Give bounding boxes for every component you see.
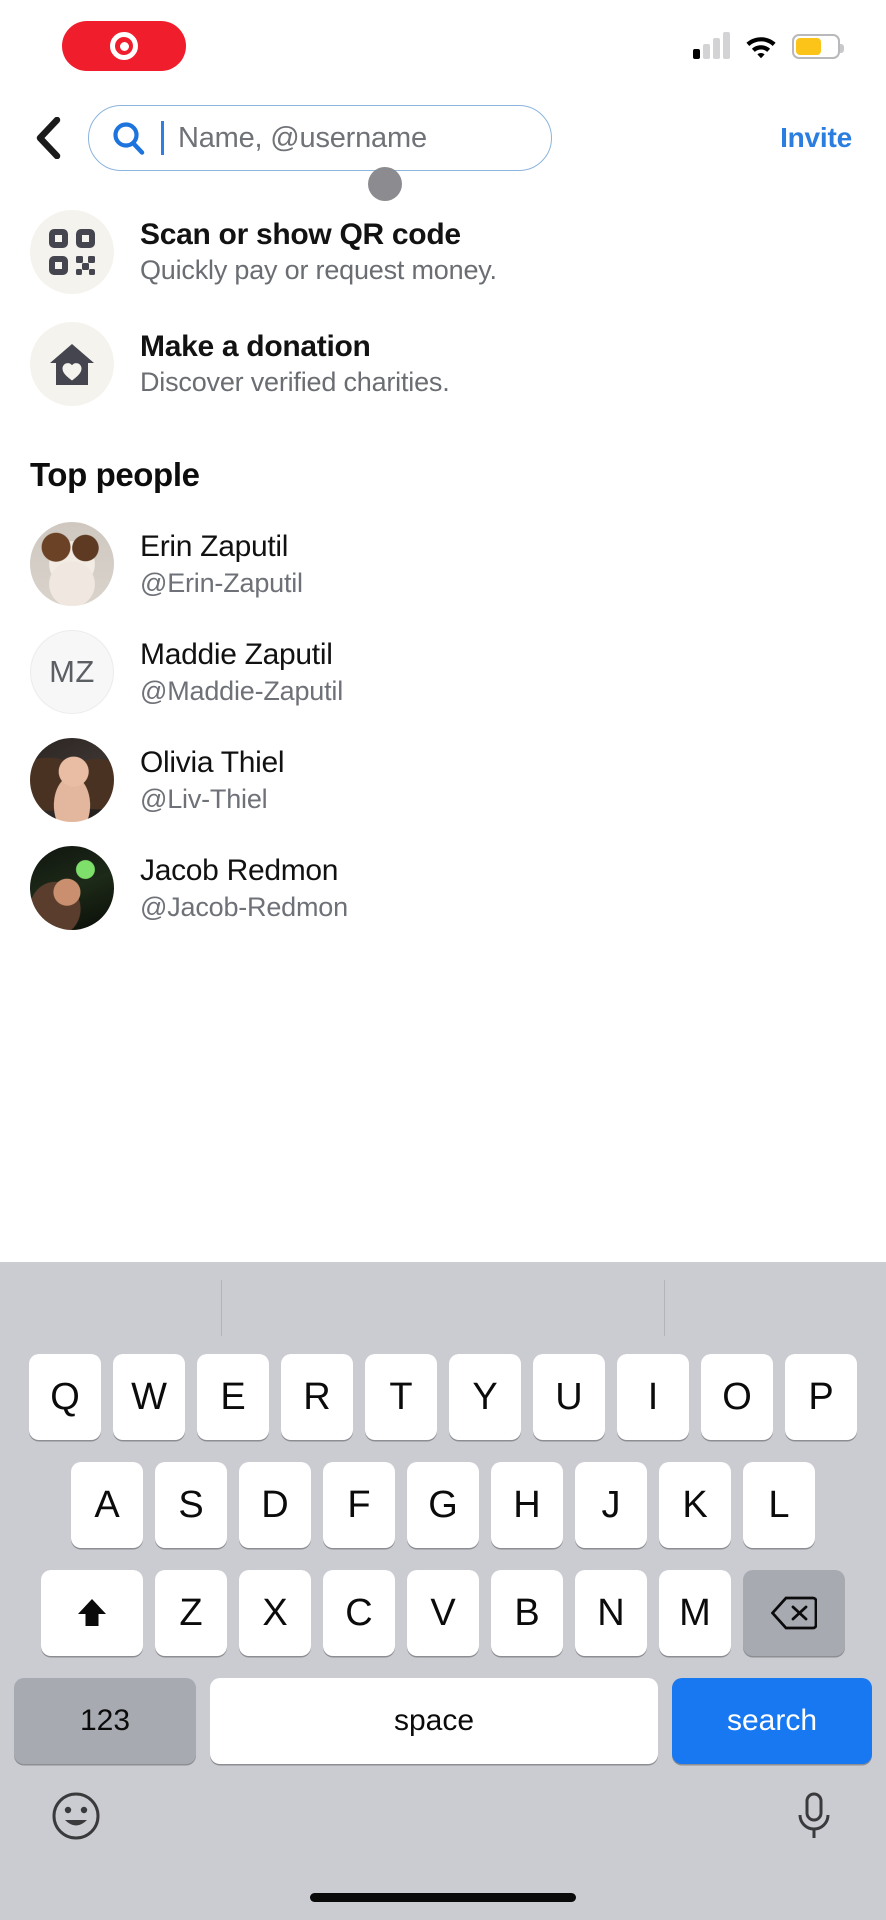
- key-m[interactable]: M: [659, 1570, 731, 1656]
- person-name: Jacob Redmon: [140, 853, 339, 887]
- key-h[interactable]: H: [491, 1462, 563, 1548]
- key-u[interactable]: U: [533, 1354, 605, 1440]
- action-title: Scan or show QR code: [140, 218, 461, 251]
- person-handle: @Erin-Zaputil: [140, 567, 303, 598]
- key-t[interactable]: T: [365, 1354, 437, 1440]
- keyboard-row-4: 123 space search: [7, 1678, 879, 1764]
- key-x[interactable]: X: [239, 1570, 311, 1656]
- key-s[interactable]: S: [155, 1462, 227, 1548]
- qr-code-icon: [30, 210, 114, 294]
- backspace-delete-icon: [771, 1596, 817, 1630]
- top-people-heading: Top people: [30, 456, 200, 493]
- predictive-divider: [220, 1280, 223, 1336]
- list-item[interactable]: MZ Maddie Zaputil @Maddie-Zaputil: [0, 618, 886, 726]
- action-title: Make a donation: [140, 330, 371, 363]
- shift-up-arrow-icon: [78, 1599, 106, 1626]
- person-name: Maddie Zaputil: [140, 637, 333, 671]
- shift-key[interactable]: [41, 1570, 143, 1656]
- keyboard-row-3: Z X C V B N M: [7, 1570, 879, 1656]
- text-cursor: [161, 121, 164, 155]
- top-people-list: Erin Zaputil @Erin-Zaputil MZ Maddie Zap…: [0, 510, 886, 942]
- search-key[interactable]: search: [672, 1678, 872, 1764]
- emoji-key[interactable]: [50, 1790, 102, 1847]
- key-r[interactable]: R: [281, 1354, 353, 1440]
- key-z[interactable]: Z: [155, 1570, 227, 1656]
- key-y[interactable]: Y: [449, 1354, 521, 1440]
- key-v[interactable]: V: [407, 1570, 479, 1656]
- search-placeholder: Name, @username: [178, 121, 427, 154]
- key-p[interactable]: P: [785, 1354, 857, 1440]
- avatar: [30, 738, 114, 822]
- person-handle: @Jacob-Redmon: [140, 891, 348, 922]
- phone-screen: Name, @username Invite Scan or show QR c…: [0, 0, 886, 1920]
- person-name: Erin Zaputil: [140, 529, 289, 563]
- keyboard-bottom-bar: [0, 1764, 886, 1872]
- dictation-key[interactable]: [792, 1790, 836, 1847]
- key-f[interactable]: F: [323, 1462, 395, 1548]
- search-input[interactable]: Name, @username: [88, 105, 552, 171]
- chevron-left-icon: [36, 117, 61, 159]
- list-item[interactable]: Olivia Thiel @Liv-Thiel: [0, 726, 886, 834]
- key-n[interactable]: N: [575, 1570, 647, 1656]
- avatar-initials: MZ: [49, 654, 95, 689]
- key-q[interactable]: Q: [29, 1354, 101, 1440]
- action-scan-qr-code[interactable]: Scan or show QR code Quickly pay or requ…: [0, 196, 886, 308]
- avatar: [30, 846, 114, 930]
- search-header: Name, @username Invite: [0, 92, 886, 201]
- key-b[interactable]: B: [491, 1570, 563, 1656]
- space-key[interactable]: space: [210, 1678, 658, 1764]
- invite-button[interactable]: Invite: [780, 122, 860, 154]
- avatar: [30, 522, 114, 606]
- on-screen-keyboard: Q W E R T Y U I O P A S D F G H J K L Z …: [0, 1262, 886, 1920]
- back-button[interactable]: [26, 112, 70, 164]
- predictive-text-bar: [0, 1262, 886, 1354]
- person-handle: @Maddie-Zaputil: [140, 675, 343, 706]
- drag-handle-indicator[interactable]: [368, 167, 402, 201]
- key-c[interactable]: C: [323, 1570, 395, 1656]
- backspace-key[interactable]: [743, 1570, 845, 1656]
- list-item[interactable]: Erin Zaputil @Erin-Zaputil: [0, 510, 886, 618]
- battery-icon: [792, 33, 844, 59]
- key-e[interactable]: E: [197, 1354, 269, 1440]
- emoji-smiley-icon: [52, 1792, 100, 1839]
- wifi-icon: [744, 33, 778, 59]
- action-subtitle: Discover verified charities.: [140, 367, 450, 397]
- house-heart-icon: [30, 322, 114, 406]
- key-g[interactable]: G: [407, 1462, 479, 1548]
- record-icon: [110, 32, 138, 60]
- numbers-key[interactable]: 123: [14, 1678, 196, 1764]
- microphone-icon: [798, 1792, 830, 1838]
- avatar: MZ: [30, 630, 114, 714]
- predictive-divider: [663, 1280, 666, 1336]
- keyboard-row-1: Q W E R T Y U I O P: [7, 1354, 879, 1440]
- search-icon: [111, 120, 147, 156]
- action-make-donation[interactable]: Make a donation Discover verified charit…: [0, 308, 886, 420]
- status-bar: [0, 0, 886, 92]
- status-icons: [693, 32, 844, 59]
- key-a[interactable]: A: [71, 1462, 143, 1548]
- quick-actions-list: Scan or show QR code Quickly pay or requ…: [0, 184, 886, 420]
- keyboard-row-2: A S D F G H J K L: [7, 1462, 879, 1548]
- screen-recording-indicator[interactable]: [62, 21, 186, 71]
- key-j[interactable]: J: [575, 1462, 647, 1548]
- home-indicator: [310, 1893, 576, 1902]
- person-name: Olivia Thiel: [140, 745, 285, 779]
- person-handle: @Liv-Thiel: [140, 783, 268, 814]
- key-l[interactable]: L: [743, 1462, 815, 1548]
- key-w[interactable]: W: [113, 1354, 185, 1440]
- cellular-signal-icon: [693, 32, 730, 59]
- key-d[interactable]: D: [239, 1462, 311, 1548]
- list-item[interactable]: Jacob Redmon @Jacob-Redmon: [0, 834, 886, 942]
- key-k[interactable]: K: [659, 1462, 731, 1548]
- action-subtitle: Quickly pay or request money.: [140, 255, 497, 285]
- key-o[interactable]: O: [701, 1354, 773, 1440]
- key-i[interactable]: I: [617, 1354, 689, 1440]
